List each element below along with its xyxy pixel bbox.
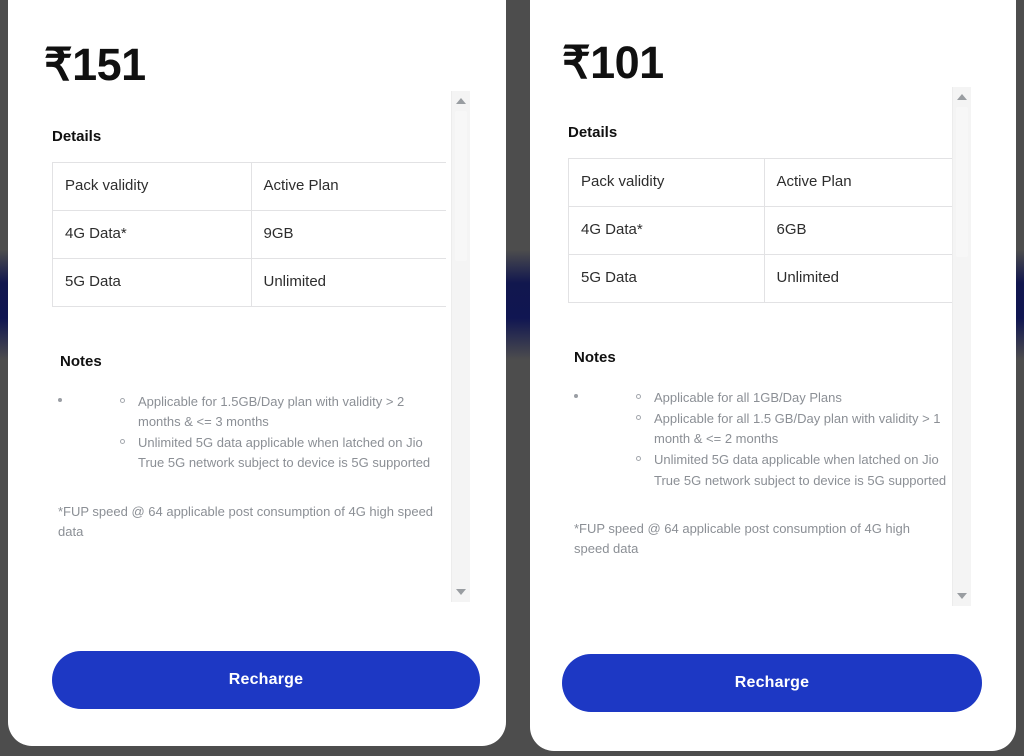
list-item: Applicable for all 1.5 GB/Day plan with … xyxy=(636,409,966,449)
triangle-up-icon[interactable] xyxy=(456,98,466,104)
table-row: 5G Data Unlimited xyxy=(568,254,960,303)
plan-card-151: ₹151 Details Pack validity Active Plan 4… xyxy=(8,0,506,746)
detail-key: Pack validity xyxy=(568,158,765,207)
scrollbar-thumb[interactable] xyxy=(455,111,467,261)
note-text: Applicable for all 1GB/Day Plans xyxy=(654,390,842,405)
detail-key: 4G Data* xyxy=(568,206,765,255)
note-text: Unlimited 5G data applicable when latche… xyxy=(654,452,947,488)
details-heading: Details xyxy=(568,124,618,141)
list-item: Unlimited 5G data applicable when latche… xyxy=(120,433,446,473)
table-row: Pack validity Active Plan xyxy=(52,162,446,211)
detail-key: Pack validity xyxy=(52,162,252,211)
note-text: Applicable for all 1.5 GB/Day plan with … xyxy=(654,411,941,447)
table-row: 4G Data* 9GB xyxy=(52,210,446,259)
notes-block: Applicable for 1.5GB/Day plan with valid… xyxy=(58,392,446,474)
detail-value: Active Plan xyxy=(763,158,960,207)
details-heading: Details xyxy=(52,128,102,145)
detail-value: Unlimited xyxy=(250,258,446,307)
plan-details-table: Pack validity Active Plan 4G Data* 6GB 5… xyxy=(568,158,960,303)
notes-list: Applicable for all 1GB/Day Plans Applica… xyxy=(574,388,966,491)
triangle-up-icon[interactable] xyxy=(957,94,967,100)
detail-value: 9GB xyxy=(250,210,446,259)
bullet-circle-icon xyxy=(120,439,125,445)
recharge-button[interactable]: Recharge xyxy=(52,651,480,709)
detail-key: 4G Data* xyxy=(52,210,252,259)
plan-cards-stage: ₹151 Details Pack validity Active Plan 4… xyxy=(0,0,1024,756)
plan-details-table: Pack validity Active Plan 4G Data* 9GB 5… xyxy=(52,162,446,307)
plan-details-scroll-area[interactable]: Details Pack validity Active Plan 4G Dat… xyxy=(44,112,446,622)
notes-list: Applicable for 1.5GB/Day plan with valid… xyxy=(58,392,446,474)
detail-value: Unlimited xyxy=(763,254,960,303)
fup-footnote: *FUP speed @ 64 applicable post consumpt… xyxy=(574,520,910,556)
bullet-circle-icon xyxy=(636,394,641,399)
list-item: Applicable for 1.5GB/Day plan with valid… xyxy=(120,392,446,432)
bullet-dot-icon xyxy=(574,394,578,398)
bullet-circle-icon xyxy=(120,398,125,403)
list-item: Unlimited 5G data applicable when latche… xyxy=(636,450,966,490)
bullet-dot-icon xyxy=(58,398,62,402)
table-row: 5G Data Unlimited xyxy=(52,258,446,307)
list-item: Applicable for all 1GB/Day Plans xyxy=(636,388,966,408)
detail-key: 5G Data xyxy=(568,254,765,303)
plan-price: ₹101 xyxy=(562,37,664,88)
table-row: Pack validity Active Plan xyxy=(568,158,960,207)
triangle-down-icon[interactable] xyxy=(456,589,466,595)
plan-price: ₹151 xyxy=(44,39,146,90)
detail-key: 5G Data xyxy=(52,258,252,307)
detail-value: 6GB xyxy=(763,206,960,255)
notes-heading: Notes xyxy=(574,349,616,366)
plan-details-scroll-area[interactable]: Details Pack validity Active Plan 4G Dat… xyxy=(562,108,966,620)
details-scrollbar[interactable] xyxy=(451,91,470,602)
scrollbar-thumb[interactable] xyxy=(956,107,968,257)
recharge-button[interactable]: Recharge xyxy=(562,654,982,712)
fup-footnote: *FUP speed @ 64 applicable post consumpt… xyxy=(58,503,434,539)
details-scrollbar[interactable] xyxy=(952,87,971,606)
bullet-circle-icon xyxy=(636,415,641,421)
detail-value: Active Plan xyxy=(250,162,446,211)
triangle-down-icon[interactable] xyxy=(957,593,967,599)
notes-heading: Notes xyxy=(60,353,102,370)
note-text: Unlimited 5G data applicable when latche… xyxy=(138,435,431,471)
table-row: 4G Data* 6GB xyxy=(568,206,960,255)
plan-card-101: ₹101 Details Pack validity Active Plan 4… xyxy=(530,0,1016,751)
note-text: Applicable for 1.5GB/Day plan with valid… xyxy=(138,394,405,430)
bullet-circle-icon xyxy=(636,456,641,462)
notes-block: Applicable for all 1GB/Day Plans Applica… xyxy=(574,388,966,491)
